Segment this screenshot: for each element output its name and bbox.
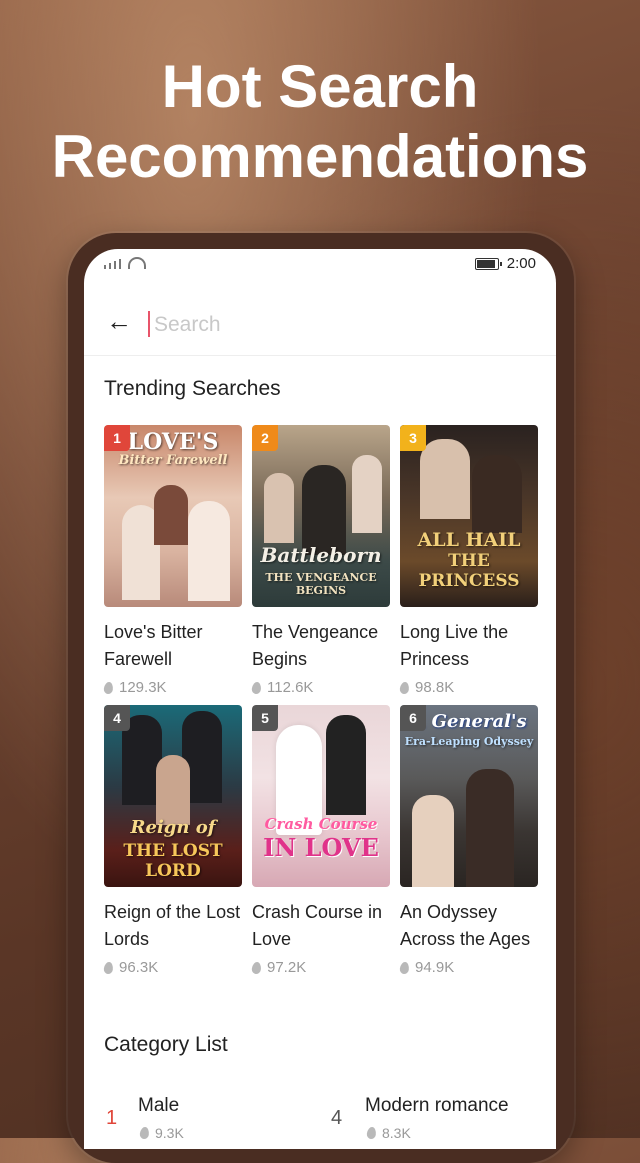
category-heat: 9.3K bbox=[139, 1125, 184, 1141]
poster-subtitle-art: THE LOST LORD bbox=[123, 841, 223, 881]
rank-badge: 6 bbox=[400, 705, 426, 731]
poster-image: A General's Era-Leaping Odyssey 6 bbox=[400, 705, 538, 887]
rank-badge: 2 bbox=[252, 425, 278, 451]
heat-value: 96.3K bbox=[119, 959, 159, 976]
flame-icon bbox=[103, 960, 114, 975]
wifi-icon bbox=[128, 257, 146, 269]
poster-image: LOVE'S Bitter Farewell 1 bbox=[104, 425, 242, 607]
drama-title: Long Live the Princess bbox=[400, 622, 509, 669]
poster-subtitle-art: Era-Leaping Odyssey bbox=[404, 735, 534, 748]
heat-count: 96.3K bbox=[103, 959, 242, 976]
poster-image: Battleborn THE VENGEANCE BEGINS 2 bbox=[252, 425, 390, 607]
text-cursor bbox=[148, 311, 150, 337]
heat-value: 8.3K bbox=[382, 1125, 411, 1141]
trending-title: Trending Searches bbox=[104, 377, 281, 400]
search-input[interactable] bbox=[152, 307, 516, 343]
poster-title-art: Battleborn bbox=[260, 543, 382, 567]
flame-icon bbox=[399, 680, 410, 695]
category-title: Category List bbox=[104, 1033, 228, 1056]
rank-badge: 3 bbox=[400, 425, 426, 451]
heat-value: 9.3K bbox=[155, 1125, 184, 1141]
poster-subtitle-art: Bitter Farewell bbox=[118, 453, 228, 468]
heat-count: 94.9K bbox=[399, 959, 538, 976]
category-rank: 1 bbox=[106, 1107, 118, 1129]
flame-icon bbox=[399, 960, 410, 975]
category-item[interactable]: 4 Modern romance 8.3K bbox=[310, 1089, 550, 1149]
poster-image: Crash Course IN LOVE 5 bbox=[252, 705, 390, 887]
back-arrow-icon[interactable]: ← bbox=[106, 307, 134, 335]
promo-headline: Hot Search Recommendations bbox=[0, 52, 640, 192]
poster-subtitle-art: THE VENGEANCE BEGINS bbox=[265, 571, 377, 597]
drama-title: The Vengeance Begins bbox=[252, 622, 379, 669]
poster-subtitle-art: IN LOVE bbox=[263, 833, 379, 862]
heat-value: 112.6K bbox=[267, 679, 314, 696]
drama-title: Reign of the Lost Lords bbox=[104, 902, 241, 949]
heat-value: 94.9K bbox=[415, 959, 455, 976]
poster-title-art: Crash Course bbox=[264, 815, 378, 833]
category-item[interactable]: 1 Male 9.3K bbox=[84, 1089, 304, 1149]
flame-icon bbox=[251, 960, 262, 975]
category-label: Male bbox=[138, 1095, 180, 1116]
heat-count: 112.6K bbox=[251, 679, 390, 696]
heat-value: 97.2K bbox=[267, 959, 307, 976]
category-label: Modern romance bbox=[365, 1095, 509, 1116]
flame-icon bbox=[103, 680, 114, 695]
trending-card[interactable]: A General's Era-Leaping Odyssey 6 An Ody… bbox=[399, 705, 538, 976]
status-bar: 2:00 bbox=[84, 249, 556, 279]
trending-card[interactable]: Battleborn THE VENGEANCE BEGINS 2 The Ve… bbox=[251, 425, 390, 696]
poster-title-art: ALL HAIL bbox=[417, 529, 521, 551]
battery-icon bbox=[474, 257, 502, 270]
trending-card[interactable]: Reign of THE LOST LORD 4 Reign of the Lo… bbox=[103, 705, 242, 976]
trending-card[interactable]: Crash Course IN LOVE 5 Crash Course in L… bbox=[251, 705, 390, 976]
rank-badge: 5 bbox=[252, 705, 278, 731]
heat-count: 97.2K bbox=[251, 959, 390, 976]
category-heat: 8.3K bbox=[366, 1125, 411, 1141]
headline-line-1: Hot Search bbox=[161, 53, 479, 120]
headline-line-2: Recommendations bbox=[51, 123, 589, 190]
rank-badge: 4 bbox=[104, 705, 130, 731]
poster-title-art: Reign of bbox=[130, 817, 216, 838]
drama-title: Love's Bitter Farewell bbox=[104, 622, 203, 669]
drama-title: Crash Course in Love bbox=[252, 902, 383, 949]
poster-subtitle-art: THE PRINCESS bbox=[418, 551, 520, 591]
rank-badge: 1 bbox=[104, 425, 130, 451]
app-screen: 2:00 ← Trending Searches LOVE'S Bitter F… bbox=[84, 249, 556, 1149]
category-rank: 4 bbox=[331, 1107, 343, 1129]
flame-icon bbox=[251, 680, 262, 695]
poster-image: ALL HAIL THE PRINCESS 3 bbox=[400, 425, 538, 607]
drama-title: An Odyssey Across the Ages bbox=[400, 902, 531, 949]
search-bar: ← bbox=[84, 293, 556, 356]
trending-card[interactable]: LOVE'S Bitter Farewell 1 Love's Bitter F… bbox=[103, 425, 242, 696]
poster-image: Reign of THE LOST LORD 4 bbox=[104, 705, 242, 887]
signal-icon bbox=[104, 257, 146, 269]
status-time: 2:00 bbox=[506, 255, 536, 272]
heat-value: 98.8K bbox=[415, 679, 455, 696]
trending-card[interactable]: ALL HAIL THE PRINCESS 3 Long Live the Pr… bbox=[399, 425, 538, 696]
heat-count: 98.8K bbox=[399, 679, 538, 696]
heat-count: 129.3K bbox=[103, 679, 242, 696]
heat-value: 129.3K bbox=[119, 679, 167, 696]
